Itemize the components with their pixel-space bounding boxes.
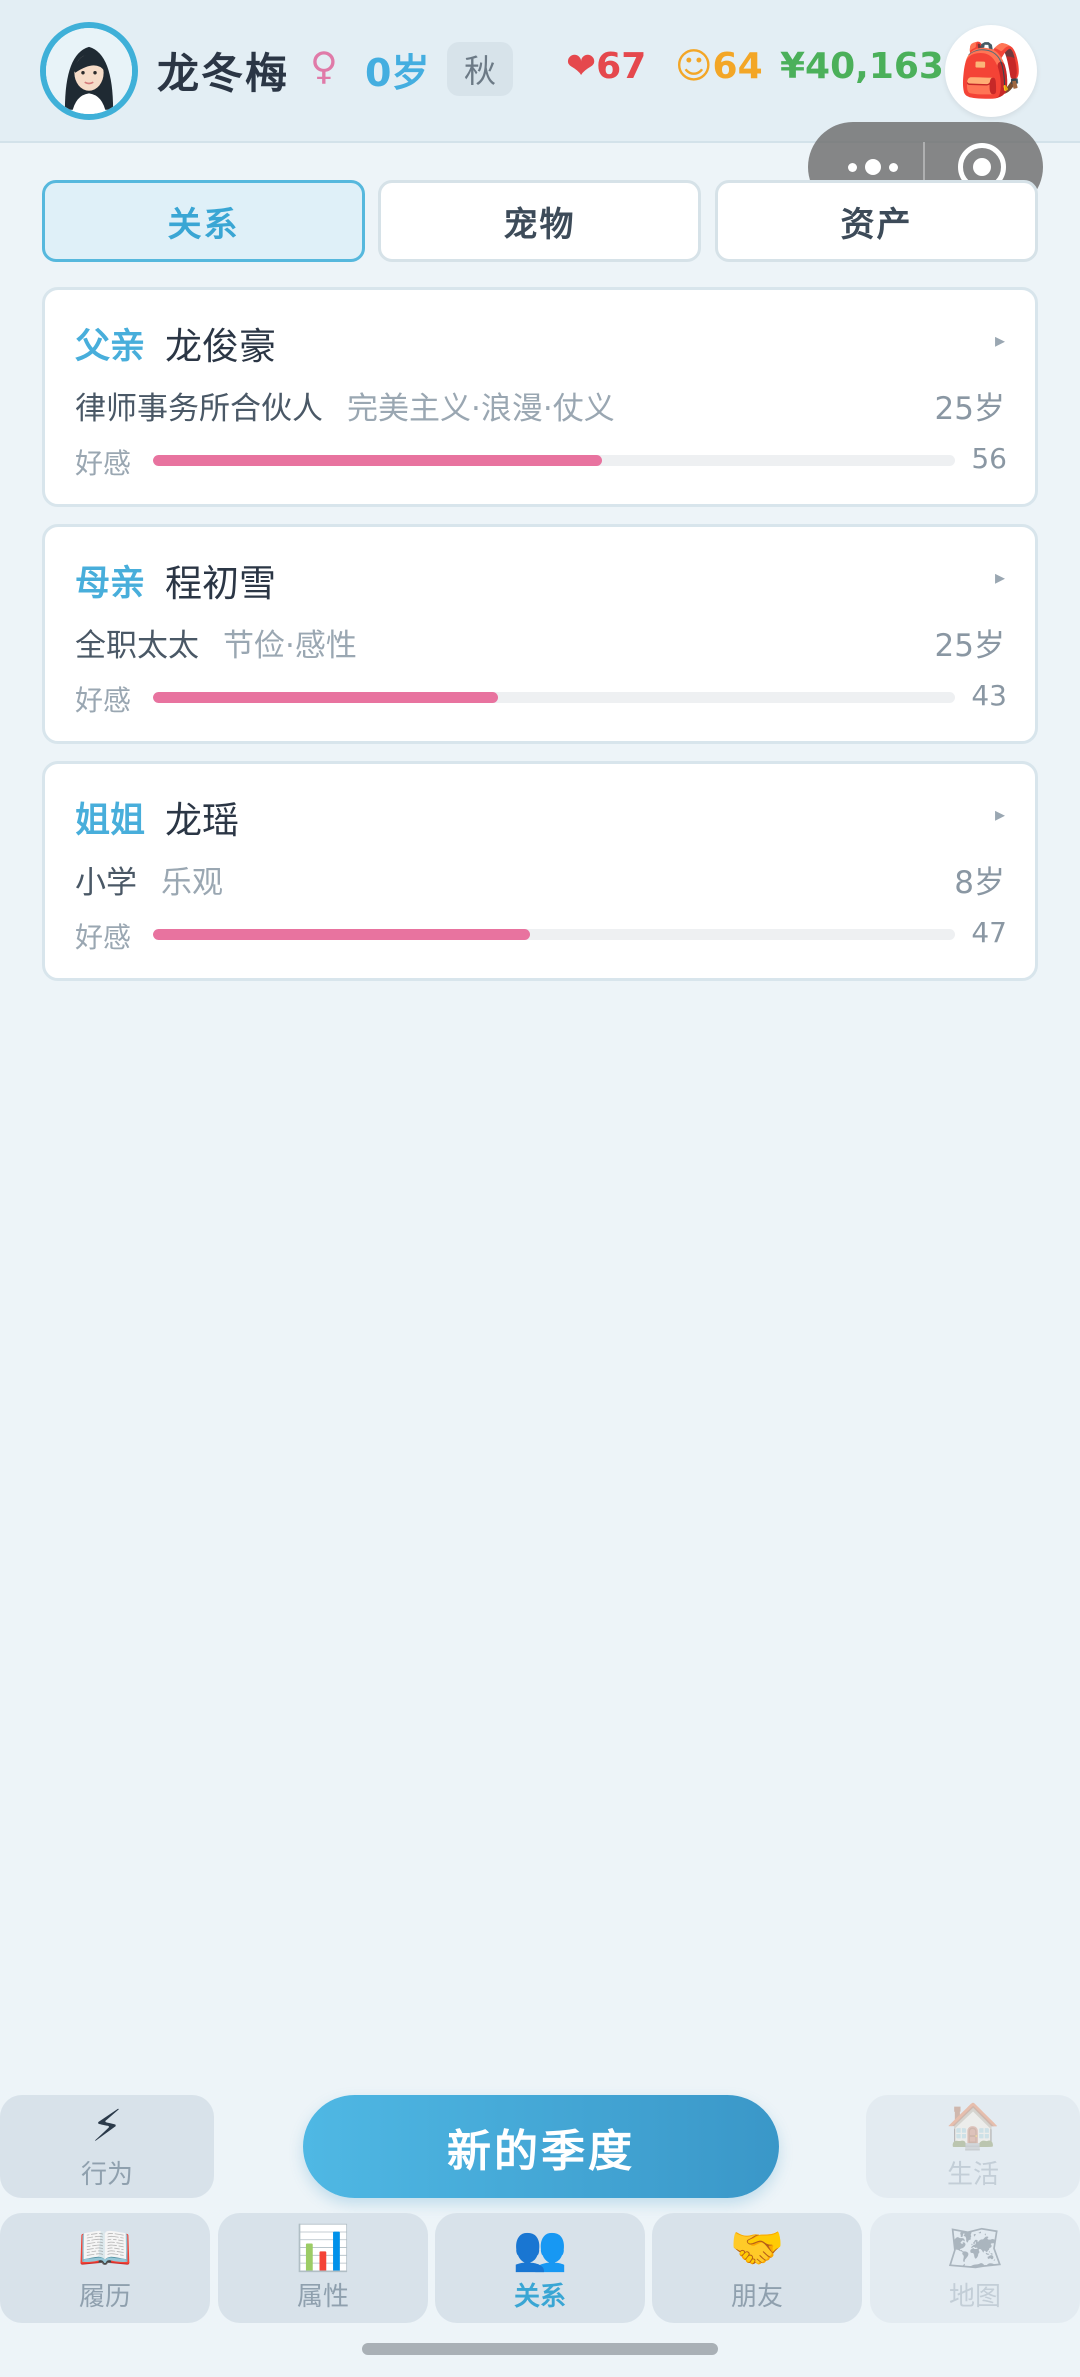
new-season-button[interactable]: 新的季度 bbox=[303, 2095, 779, 2198]
relation-name: 程初雪 bbox=[165, 562, 276, 605]
happiness-stat: ☺64 bbox=[675, 46, 763, 87]
relation-role: 姐姐 bbox=[75, 801, 146, 841]
backpack-button[interactable]: 🎒 bbox=[945, 25, 1037, 117]
map-icon: 🗺 bbox=[947, 2222, 1003, 2274]
health-stat: ❤67 bbox=[566, 46, 647, 87]
relation-role: 父亲 bbox=[75, 327, 146, 367]
season-badge: 秋 bbox=[447, 42, 513, 96]
relation-card[interactable]: 姐姐 龙瑶 ▸ 小学 乐观 8岁 好感 47 bbox=[42, 761, 1038, 981]
favor-bar bbox=[153, 692, 955, 703]
relation-traits: 乐观 bbox=[161, 865, 223, 901]
handshake-icon: 🤝 bbox=[729, 2222, 785, 2274]
people-icon: 👥 bbox=[512, 2222, 568, 2274]
player-name: 龙冬梅 bbox=[157, 49, 290, 98]
favor-value: 43 bbox=[971, 679, 1007, 712]
relation-traits: 完美主义·浪漫·仗义 bbox=[347, 391, 615, 427]
favor-label: 好感 bbox=[75, 447, 132, 480]
action-button[interactable]: ⚡ 行为 bbox=[0, 2095, 214, 2198]
favor-bar bbox=[153, 455, 955, 466]
gender-female-icon: ♀ bbox=[310, 44, 338, 88]
nav-relations[interactable]: 👥 关系 bbox=[435, 2213, 645, 2323]
nav-resume[interactable]: 📖 履历 bbox=[0, 2213, 210, 2323]
relation-occupation: 全职太太 bbox=[75, 628, 199, 664]
relation-job: 全职太太 节俭·感性 bbox=[75, 620, 357, 665]
relation-name: 龙俊豪 bbox=[165, 325, 276, 368]
nav-attributes[interactable]: 📊 属性 bbox=[218, 2213, 428, 2323]
relation-traits: 节俭·感性 bbox=[223, 628, 357, 664]
relation-age: 8岁 bbox=[954, 865, 1005, 901]
nav-label: 履历 bbox=[78, 2281, 131, 2312]
bar-chart-icon: 📊 bbox=[295, 2222, 351, 2274]
relation-card[interactable]: 父亲 龙俊豪 ▸ 律师事务所合伙人 完美主义·浪漫·仗义 25岁 好感 56 bbox=[42, 287, 1038, 507]
favor-value: 47 bbox=[971, 916, 1007, 949]
book-icon: 📖 bbox=[77, 2222, 133, 2274]
nav-label: 关系 bbox=[513, 2281, 566, 2312]
favor-bar-fill bbox=[153, 929, 530, 940]
favor-bar bbox=[153, 929, 955, 940]
player-avatar[interactable] bbox=[40, 22, 138, 120]
tab-assets[interactable]: 资产 bbox=[715, 180, 1038, 262]
relation-occupation: 律师事务所合伙人 bbox=[75, 391, 323, 427]
house-icon: 🏠 bbox=[945, 2101, 1001, 2152]
relation-name: 龙瑶 bbox=[165, 799, 239, 842]
player-age: 0岁 bbox=[365, 51, 430, 95]
life-label: 生活 bbox=[946, 2160, 999, 2190]
lightning-icon: ⚡ bbox=[91, 2101, 123, 2152]
nav-label: 属性 bbox=[296, 2281, 349, 2312]
money-stat: ¥40,163 bbox=[780, 46, 944, 87]
nav-friends[interactable]: 🤝 朋友 bbox=[652, 2213, 862, 2323]
favor-label: 好感 bbox=[75, 921, 132, 954]
nav-label: 朋友 bbox=[730, 2281, 783, 2312]
chevron-right-icon: ▸ bbox=[994, 328, 1005, 352]
nav-map[interactable]: 🗺 地图 bbox=[870, 2213, 1080, 2323]
favor-bar-fill bbox=[153, 455, 603, 466]
chevron-right-icon: ▸ bbox=[994, 565, 1005, 589]
favor-bar-fill bbox=[153, 692, 498, 703]
home-indicator[interactable] bbox=[362, 2343, 718, 2355]
avatar-portrait-icon bbox=[46, 28, 132, 114]
chevron-right-icon: ▸ bbox=[994, 802, 1005, 826]
action-label: 行为 bbox=[80, 2160, 133, 2190]
relation-job: 小学 乐观 bbox=[75, 857, 223, 902]
relation-card[interactable]: 母亲 程初雪 ▸ 全职太太 节俭·感性 25岁 好感 43 bbox=[42, 524, 1038, 744]
favor-value: 56 bbox=[971, 442, 1007, 475]
relation-occupation: 小学 bbox=[75, 865, 137, 901]
backpack-icon: 🎒 bbox=[958, 41, 1024, 101]
favor-label: 好感 bbox=[75, 684, 132, 717]
relation-role: 母亲 bbox=[75, 564, 146, 604]
tab-pets[interactable]: 宠物 bbox=[378, 180, 701, 262]
relation-age: 25岁 bbox=[934, 391, 1005, 427]
tab-relations[interactable]: 关系 bbox=[42, 180, 365, 262]
relation-age: 25岁 bbox=[934, 628, 1005, 664]
life-button[interactable]: 🏠 生活 bbox=[866, 2095, 1080, 2198]
nav-label: 地图 bbox=[948, 2281, 1001, 2312]
relation-job: 律师事务所合伙人 完美主义·浪漫·仗义 bbox=[75, 383, 615, 428]
